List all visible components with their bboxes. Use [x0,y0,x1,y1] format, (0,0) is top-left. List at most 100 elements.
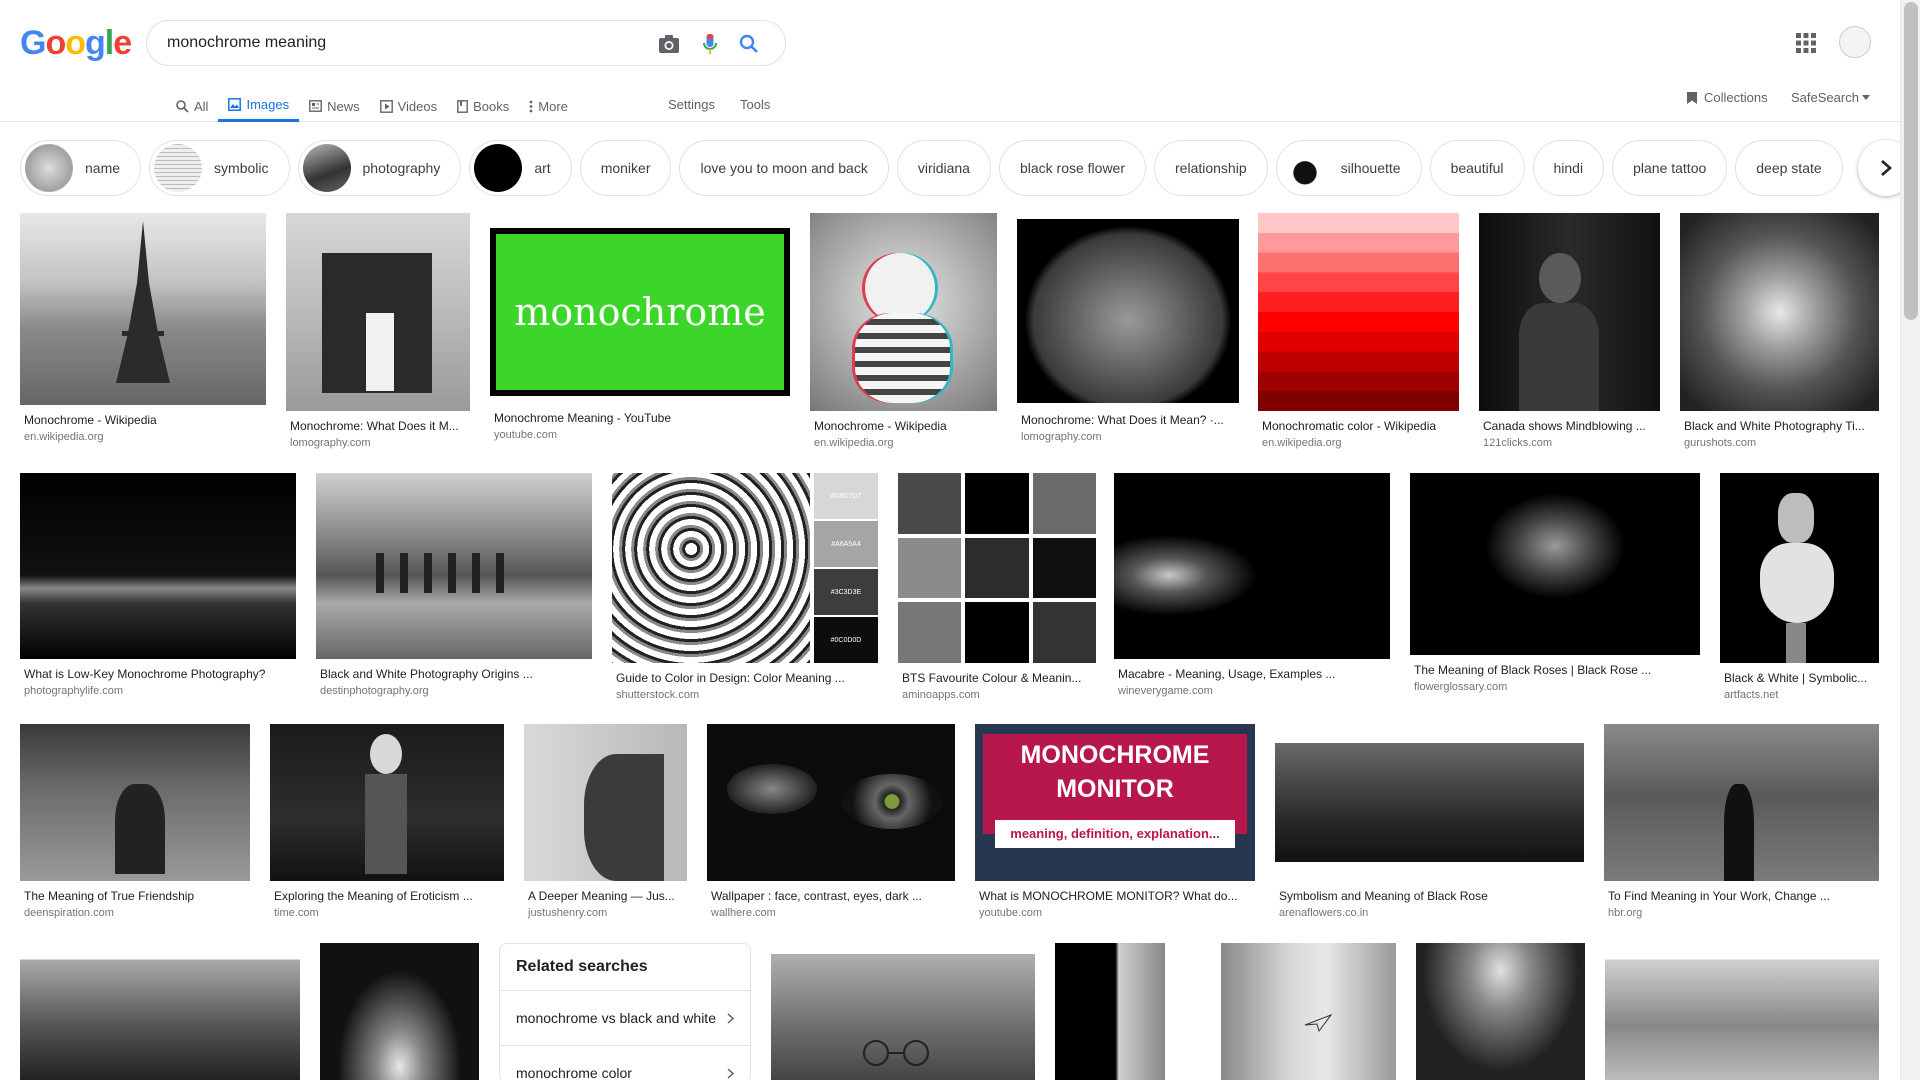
chip-symbolic[interactable]: symbolic [149,140,290,196]
search-box[interactable]: monochrome meaning [146,20,786,66]
image-result[interactable]: Monochrome - Wikipedia en.wikipedia.org [810,213,997,449]
tab-books[interactable]: Books [447,90,519,122]
image-result[interactable] [20,943,300,1080]
chip-photography[interactable]: photography [297,140,462,196]
camera-icon[interactable] [657,32,681,56]
chip-relationship[interactable]: relationship [1154,140,1268,196]
tools-link[interactable]: Tools [740,90,770,118]
image-result[interactable]: Black and White Photography Ti... gurush… [1680,213,1879,449]
result-source: photographylife.com [24,685,124,697]
tab-label: Images [246,97,290,112]
chip-hindi[interactable]: hindi [1532,140,1605,196]
result-title: Monochrome: What Does it Mean? ·... [1021,413,1224,427]
chevron-right-icon [727,1067,734,1079]
search-tabs: All Images News Videos Books More [166,90,578,122]
settings-link[interactable]: Settings [668,90,715,118]
result-source: justushenry.com [528,907,608,919]
image-result[interactable] [1221,943,1396,1080]
search-icon[interactable] [737,32,761,56]
image-result[interactable]: monochrome Monochrome Meaning - YouTube … [490,213,790,441]
result-thumbnail [20,473,296,659]
chip-deep-state[interactable]: deep state [1735,140,1843,196]
result-thumbnail [1604,724,1879,881]
image-result[interactable] [771,943,1035,1080]
chip-label: relationship [1175,160,1247,176]
image-result[interactable]: Exploring the Meaning of Eroticism ... t… [270,724,504,919]
tab-all[interactable]: All [166,90,218,122]
image-result[interactable]: Black & White | Symbolic... artfacts.net [1720,473,1879,701]
image-result[interactable]: To Find Meaning in Your Work, Change ...… [1604,724,1879,919]
result-thumbnail [1055,943,1165,1080]
chip-moniker[interactable]: moniker [579,140,672,196]
avatar[interactable] [1839,26,1871,58]
video-icon [379,99,393,113]
tab-images[interactable]: Images [218,90,300,122]
chip-name[interactable]: name [20,140,142,196]
image-result[interactable]: Black and White Photography Origins ... … [316,473,592,697]
video-overlay-line: MONOCHROME [1020,741,1210,769]
tab-videos[interactable]: Videos [370,90,448,122]
related-search-item[interactable]: monochrome vs black and white [500,991,750,1046]
tab-label: More [538,98,568,114]
image-result[interactable]: MONOCHROME MONITOR meaning, definition, … [975,724,1255,919]
chip-silhouette[interactable]: silhouette [1275,140,1422,196]
result-thumbnail [1479,213,1660,411]
tab-more[interactable]: More [519,90,578,122]
search-input[interactable]: monochrome meaning [167,34,326,52]
image-result[interactable]: Symbolism and Meaning of Black Rose aren… [1275,724,1584,919]
result-source: 121clicks.com [1483,437,1553,449]
related-searches-panel: Related searches monochrome vs black and… [499,943,751,1080]
chip-label: hindi [1553,160,1584,176]
result-title: BTS Favourite Colour & Meanin... [902,671,1082,685]
result-thumbnail [20,213,266,405]
result-title: Canada shows Mindblowing ... [1483,419,1646,433]
collections-link[interactable]: Collections [1686,90,1768,105]
image-result[interactable] [1416,943,1585,1080]
video-overlay-line: MONITOR [1056,775,1174,803]
tab-news[interactable]: News [299,90,370,122]
chip-plane-tattoo[interactable]: plane tattoo [1612,140,1728,196]
image-result[interactable]: Canada shows Mindblowing ... 121clicks.c… [1479,213,1660,449]
image-result[interactable]: Macabre - Meaning, Usage, Examples ... w… [1114,473,1390,697]
result-thumbnail [707,724,955,881]
related-search-item[interactable]: monochrome color [500,1046,750,1080]
collections-label: Collections [1704,90,1768,105]
swatch: #0C0D0D [814,617,878,663]
apps-grid-icon[interactable] [1795,32,1817,54]
result-thumbnail: monochrome [490,213,790,403]
image-result[interactable]: Monochrome: What Does it Mean? ·... lomo… [1017,213,1239,443]
image-result[interactable]: A Deeper Meaning — Jus... justushenry.co… [524,724,687,919]
google-logo[interactable]: Google [20,24,132,63]
image-result[interactable]: Monochromatic color - Wikipedia en.wikip… [1258,213,1459,449]
image-result[interactable]: The Meaning of Black Roses | Black Rose … [1410,473,1700,693]
image-result[interactable]: #D8D7D7 #A6A5A4 #3C3D3E #0C0D0D Guide to… [612,473,878,701]
chip-art[interactable]: art [469,140,572,196]
result-thumbnail [1680,213,1879,411]
caret-down-icon [1861,95,1870,100]
chip-love-you-to-moon[interactable]: love you to moon and back [679,140,889,196]
chip-thumbnail [302,144,351,192]
image-result[interactable]: What is Low-Key Monochrome Photography? … [20,473,296,697]
image-result[interactable]: Monochrome - Wikipedia en.wikipedia.org [20,213,266,443]
result-source: en.wikipedia.org [1262,437,1342,449]
logo-letter: e [113,24,132,62]
chip-viridiana[interactable]: viridiana [896,140,991,196]
result-source: destinphotography.org [320,685,429,697]
image-result[interactable] [1605,943,1879,1080]
safesearch-dropdown[interactable]: SafeSearch [1791,90,1870,105]
image-result[interactable] [1055,943,1165,1080]
scrollbar-thumb[interactable] [1904,2,1918,320]
image-result[interactable] [320,943,479,1080]
related-chips: name symbolic photography art moniker lo… [20,140,1843,196]
swatch: #3C3D3E [814,569,878,615]
image-result[interactable]: The Meaning of True Friendship deenspira… [20,724,250,919]
result-title: Monochrome Meaning - YouTube [494,411,671,425]
chip-black-rose-flower[interactable]: black rose flower [998,140,1147,196]
chip-beautiful[interactable]: beautiful [1429,140,1525,196]
microphone-icon[interactable] [698,32,722,56]
page-scrollbar[interactable] [1900,0,1920,1080]
chip-thumbnail [154,144,203,192]
image-result[interactable]: BTS Favourite Colour & Meanin... aminoap… [898,473,1096,701]
image-result[interactable]: Monochrome: What Does it M... lomography… [286,213,470,449]
image-result[interactable]: Wallpaper : face, contrast, eyes, dark .… [707,724,955,919]
